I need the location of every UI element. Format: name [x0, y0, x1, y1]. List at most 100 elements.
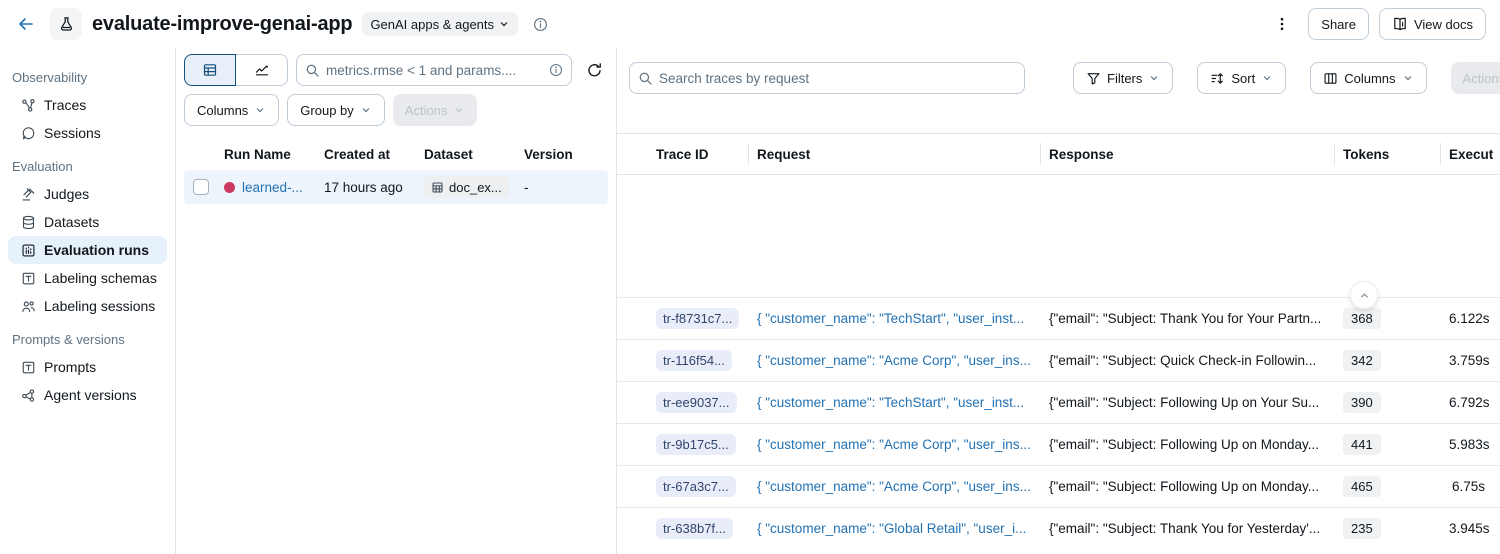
trace-request-link[interactable]: { "customer_name": "Acme Corp", "user_in… — [757, 479, 1049, 494]
runs-search-input[interactable] — [326, 63, 543, 78]
traces-actions-button: Actions — [1451, 62, 1500, 94]
trace-row[interactable]: tr-67a3c7... { "customer_name": "Acme Co… — [617, 465, 1500, 507]
chart-view-icon — [254, 62, 270, 78]
trace-id-pill[interactable]: tr-9b17c5... — [656, 434, 736, 455]
traces-col-request: Request — [757, 147, 810, 162]
sidebar-item-agent-versions[interactable]: Agent versions — [8, 381, 167, 409]
app-header: evaluate-improve-genai-app GenAI apps & … — [0, 0, 1500, 48]
sidebar-item-prompts[interactable]: Prompts — [8, 353, 167, 381]
trace-id-pill[interactable]: tr-67a3c7... — [656, 476, 736, 497]
search-icon — [638, 71, 653, 86]
trace-execution-time: 6.792s — [1449, 395, 1500, 410]
chevron-up-icon — [1358, 289, 1371, 302]
traces-table-header: Trace ID Request Response Tokens Execut — [617, 133, 1500, 175]
traces-virtual-scroll-gap — [617, 175, 1500, 297]
sidebar-item-traces[interactable]: Traces — [8, 91, 167, 119]
runs-actions-button-label: Actions — [405, 103, 448, 118]
run-row[interactable]: learned-... 17 hours ago doc_ex... - — [184, 170, 608, 204]
trace-row[interactable]: tr-638b7f... { "customer_name": "Global … — [617, 507, 1500, 549]
trace-response-text: {"email": "Subject: Thank You for Your P… — [1049, 311, 1343, 326]
run-version: - — [524, 180, 608, 195]
trace-row[interactable]: tr-ee9037... { "customer_name": "TechSta… — [617, 381, 1500, 423]
search-info-icon[interactable] — [549, 63, 563, 77]
runs-table-header: Run Name Created at Dataset Version — [184, 138, 608, 170]
run-name-link[interactable]: learned-... — [242, 180, 303, 195]
traces-toolbar: Filters Sort — [617, 62, 1500, 94]
evaluation-runs-icon — [20, 242, 36, 258]
traces-search-input[interactable] — [659, 71, 1016, 86]
sidebar-item-datasets[interactable]: Datasets — [8, 208, 167, 236]
sidebar-item-label: Labeling schemas — [44, 270, 157, 286]
trace-row[interactable]: tr-116f54... { "customer_name": "Acme Co… — [617, 339, 1500, 381]
scroll-to-top-button[interactable] — [1350, 281, 1378, 309]
trace-request-link[interactable]: { "customer_name": "TechStart", "user_in… — [757, 395, 1049, 410]
runs-columns-button[interactable]: Columns — [184, 94, 279, 126]
app-root: evaluate-improve-genai-app GenAI apps & … — [0, 0, 1500, 554]
view-docs-button[interactable]: View docs — [1379, 8, 1486, 40]
refresh-button[interactable] — [580, 56, 608, 84]
traces-columns-button[interactable]: Columns — [1310, 62, 1426, 94]
main-area: Observability Traces Sessions Evaluation… — [0, 48, 1500, 554]
chevron-down-icon — [254, 104, 266, 116]
filters-button-label: Filters — [1107, 71, 1142, 86]
trace-id-pill[interactable]: tr-638b7f... — [656, 518, 733, 539]
table-view-icon — [202, 62, 218, 78]
overflow-menu-button[interactable] — [1270, 10, 1294, 38]
trace-request-link[interactable]: { "customer_name": "TechStart", "user_in… — [757, 311, 1049, 326]
app-type-badge-label: GenAI apps & agents — [370, 17, 494, 32]
runs-columns-button-label: Columns — [197, 103, 248, 118]
trace-execution-time: 3.945s — [1449, 521, 1500, 536]
experiment-info-button[interactable] — [528, 12, 552, 36]
back-arrow-icon — [16, 14, 36, 34]
dataset-chip[interactable]: doc_ex... — [424, 176, 509, 198]
run-checkbox[interactable] — [193, 179, 209, 195]
trace-row[interactable]: tr-9b17c5... { "customer_name": "Acme Co… — [617, 423, 1500, 465]
trace-request-link[interactable]: { "customer_name": "Acme Corp", "user_in… — [757, 353, 1049, 368]
runs-col-version: Version — [524, 147, 608, 162]
trace-execution-time: 5.983s — [1449, 437, 1500, 452]
sidebar-item-evaluation-runs[interactable]: Evaluation runs — [8, 236, 167, 264]
text-box-icon — [20, 359, 36, 375]
trace-request-link[interactable]: { "customer_name": "Acme Corp", "user_in… — [757, 437, 1049, 452]
sort-button[interactable]: Sort — [1197, 62, 1286, 94]
trace-id-pill[interactable]: tr-ee9037... — [656, 392, 737, 413]
trace-response-text: {"email": "Subject: Thank You for Yester… — [1049, 521, 1343, 536]
app-type-badge[interactable]: GenAI apps & agents — [362, 12, 518, 36]
info-icon — [533, 17, 548, 32]
trace-response-text: {"email": "Subject: Following Up on Mond… — [1049, 437, 1343, 452]
view-docs-button-label: View docs — [1414, 17, 1473, 32]
trace-id-pill[interactable]: tr-116f54... — [656, 350, 732, 371]
evaluation-runs-panel: Columns Group by Actions — [176, 48, 616, 554]
traces-col-response: Response — [1049, 147, 1114, 162]
back-button[interactable] — [12, 10, 40, 38]
dataset-grid-icon — [431, 181, 444, 194]
trace-tokens-badge: 441 — [1343, 434, 1381, 455]
sidebar-section-evaluation: Evaluation — [8, 147, 167, 180]
table-view-toggle[interactable] — [184, 54, 236, 86]
filter-funnel-icon — [1086, 71, 1101, 86]
trace-request-link[interactable]: { "customer_name": "Global Retail", "use… — [757, 521, 1049, 536]
sidebar-item-sessions[interactable]: Sessions — [8, 119, 167, 147]
group-by-button[interactable]: Group by — [287, 94, 384, 126]
chevron-down-icon — [1148, 72, 1160, 84]
chart-view-toggle[interactable] — [236, 54, 288, 86]
share-button[interactable]: Share — [1308, 8, 1369, 40]
group-by-button-label: Group by — [300, 103, 353, 118]
sidebar-section-observability: Observability — [8, 58, 167, 91]
runs-toolbar — [184, 54, 608, 86]
run-color-dot — [224, 182, 235, 193]
sidebar: Observability Traces Sessions Evaluation… — [0, 48, 176, 554]
sidebar-item-judges[interactable]: Judges — [8, 180, 167, 208]
text-box-icon — [20, 270, 36, 286]
sidebar-item-labeling-sessions[interactable]: Labeling sessions — [8, 292, 167, 320]
traces-search-box — [629, 62, 1025, 94]
sidebar-item-labeling-schemas[interactable]: Labeling schemas — [8, 264, 167, 292]
runs-actions-button: Actions — [393, 94, 478, 126]
traces-col-trace-id: Trace ID — [656, 147, 709, 162]
trace-response-text: {"email": "Subject: Following Up on Mond… — [1049, 479, 1343, 494]
filters-button[interactable]: Filters — [1073, 62, 1173, 94]
sidebar-item-label: Prompts — [44, 359, 96, 375]
trace-response-text: {"email": "Subject: Following Up on Your… — [1049, 395, 1343, 410]
trace-id-pill[interactable]: tr-f8731c7... — [656, 308, 739, 329]
trace-response-text: {"email": "Subject: Quick Check-in Follo… — [1049, 353, 1343, 368]
